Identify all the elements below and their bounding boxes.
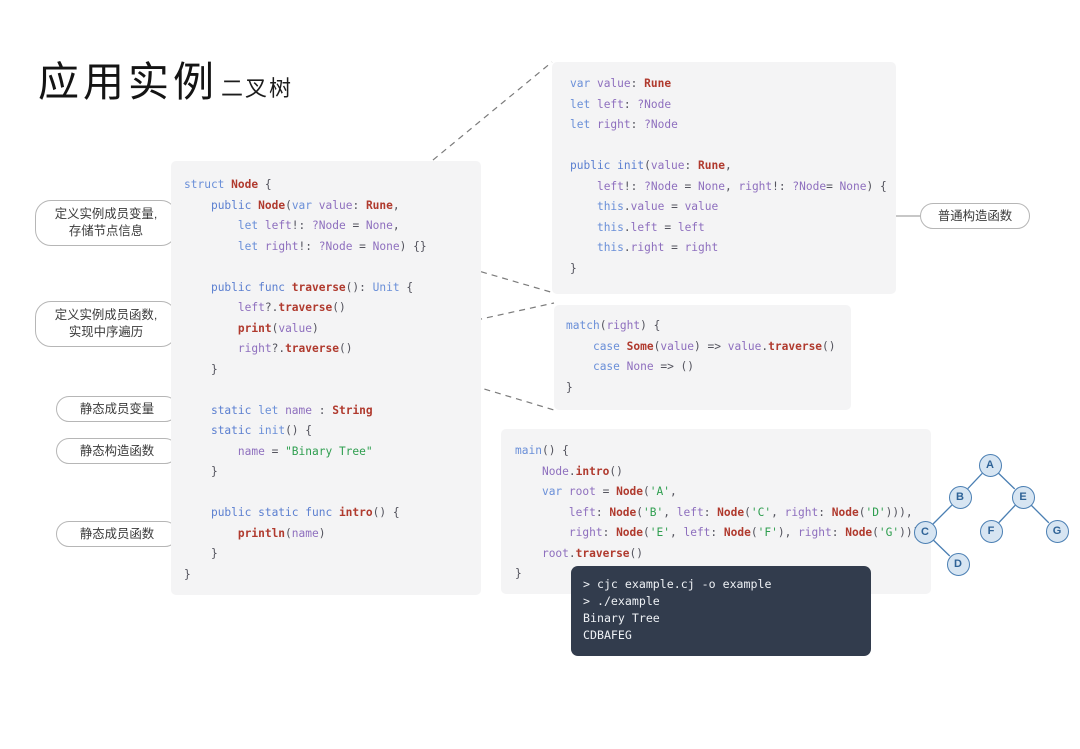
code-line: main() { xyxy=(515,444,569,457)
terminal-line: > cjc example.cj -o example xyxy=(583,577,772,591)
code-line: } xyxy=(184,362,218,376)
code-line: root.traverse() xyxy=(541,546,644,560)
tree-edge xyxy=(997,472,1016,490)
connector-overlay xyxy=(177,61,920,560)
code-line: let right!: ?Node = None) {} xyxy=(237,239,427,253)
callout-instance-variable[interactable]: 定义实例成员变量, 存储节点信息 xyxy=(35,200,177,246)
callout-instance-function[interactable]: 定义实例成员函数, 实现中序遍历 xyxy=(35,301,177,347)
title-sub: 二叉树 xyxy=(221,76,294,101)
code-line: case Some(value) => value.traverse() xyxy=(592,339,836,353)
tree-node-f[interactable]: F xyxy=(979,519,1003,543)
tree-node-b[interactable]: B xyxy=(948,485,972,509)
code-line: public static func intro() { xyxy=(210,506,400,519)
code-line: print(value) xyxy=(237,321,319,335)
terminal-output: > cjc example.cj -o example > ./example Bi… xyxy=(571,566,871,656)
code-line: name = "Binary Tree" xyxy=(237,444,373,458)
code-line: } xyxy=(566,380,573,394)
code-line: println(name) xyxy=(237,526,326,540)
code-line: static let name : String xyxy=(210,403,373,417)
code-line: public Node(var value: Rune, xyxy=(210,198,400,212)
tree-node-e[interactable]: E xyxy=(1011,485,1035,509)
tree-node-c[interactable]: C xyxy=(913,520,937,544)
code-line: let left!: ?Node = None, xyxy=(237,219,400,232)
code-line: let right: ?Node xyxy=(570,118,678,131)
code-line: let left: ?Node xyxy=(570,97,672,111)
init-code-panel: var value: Rune let left: ?Node let right:… xyxy=(552,62,896,294)
tree-node-a[interactable]: A xyxy=(978,453,1002,477)
page-title: 应用实例 二叉树 xyxy=(38,62,293,103)
match-code-panel: match(right) { case Some(value) => value… xyxy=(554,305,851,410)
struct-node-code-panel: struct Node { public Node(var value: Run… xyxy=(171,161,481,595)
code-line: right: Node('E', left: Node('F'), right:… xyxy=(568,526,920,539)
code-line: var root = Node('A', xyxy=(541,485,677,498)
callout-static-variable[interactable]: 静态成员变量 xyxy=(56,396,178,422)
code-line: this.left = left xyxy=(596,220,705,234)
terminal-line: Binary Tree xyxy=(583,611,660,625)
code-line: left!: ?Node = None, right!: ?Node= None… xyxy=(596,179,887,193)
code-line: this.value = value xyxy=(596,200,719,213)
code-line: } xyxy=(184,547,218,560)
callout-static-init[interactable]: 静态构造函数 xyxy=(56,438,178,464)
code-line: left?.traverse() xyxy=(237,301,346,314)
slide-canvas: 应用实例 二叉树 定义实例成员变量, 存储节点信息 定义实例成员函数, 实现中序… xyxy=(0,0,1080,749)
tree-edge xyxy=(998,504,1016,524)
tree-node-g[interactable]: G xyxy=(1045,519,1069,543)
code-line: } xyxy=(570,261,577,275)
callout-normal-constructor[interactable]: 普通构造函数 xyxy=(920,203,1030,229)
code-line: left: Node('B', left: Node('C', right: N… xyxy=(568,505,913,519)
code-line: Node.intro() xyxy=(541,464,623,478)
tree-edge xyxy=(967,472,983,490)
code-line: } xyxy=(184,567,191,581)
binary-tree-diagram: AB E C F G D xyxy=(900,440,1080,585)
code-line: public init(value: Rune, xyxy=(570,159,732,172)
callout-static-function[interactable]: 静态成员函数 xyxy=(56,521,178,547)
terminal-line: > ./example xyxy=(583,594,660,608)
title-main: 应用实例 xyxy=(38,59,218,105)
tree-edge xyxy=(932,539,951,557)
tree-edge xyxy=(1030,504,1050,524)
code-line: struct Node { xyxy=(184,178,272,191)
code-line: static init() { xyxy=(210,424,313,437)
code-line: } xyxy=(184,465,218,478)
code-line: public func traverse(): Unit { xyxy=(210,280,414,294)
code-line: match(right) { xyxy=(566,319,661,332)
code-line: this.right = right xyxy=(596,241,719,254)
code-line: var value: Rune xyxy=(570,77,672,90)
tree-node-d[interactable]: D xyxy=(946,552,970,576)
code-line: right?.traverse() xyxy=(237,342,353,355)
tree-edge xyxy=(932,504,953,525)
code-line: case None => () xyxy=(592,360,695,373)
terminal-line: CDBAFEG xyxy=(583,628,632,642)
